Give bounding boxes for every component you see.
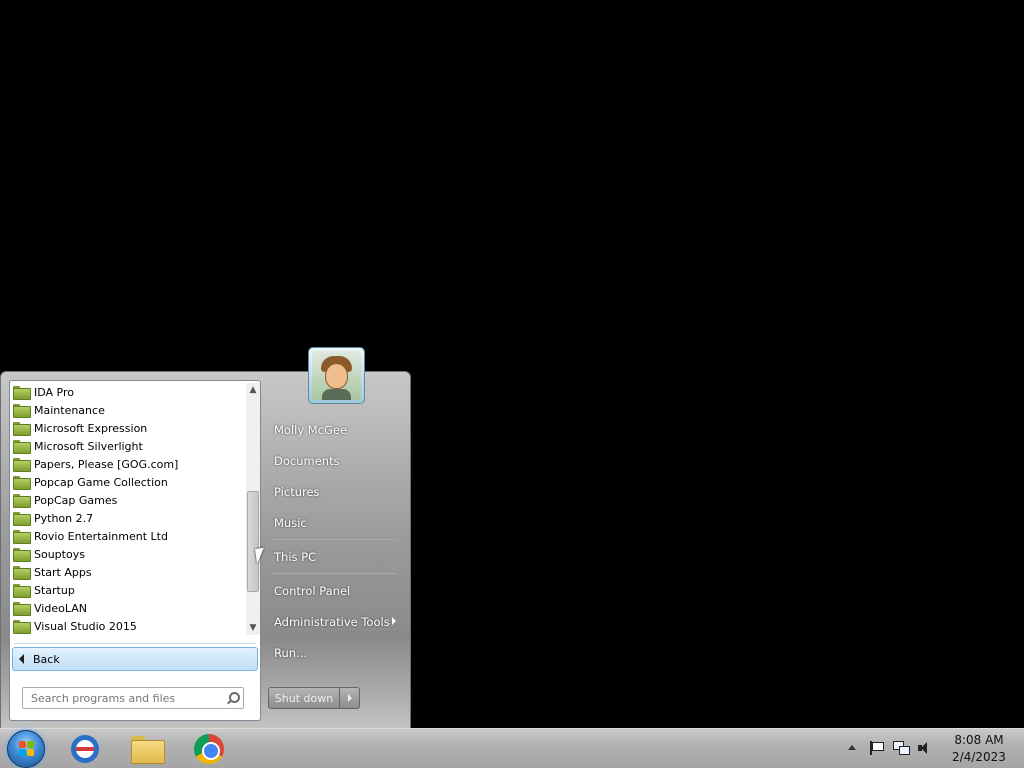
program-folder-label: Maintenance <box>34 403 105 417</box>
program-folder-label: IDA Pro <box>34 385 74 399</box>
shutdown-options-button[interactable] <box>340 687 360 709</box>
start-menu-left-pane: IDA Pro Maintenance Microsoft Expression… <box>9 380 261 721</box>
user-name-link[interactable]: Molly McGee <box>267 417 399 442</box>
shutdown-button[interactable]: Shut down <box>268 687 340 709</box>
file-explorer-icon <box>131 736 165 764</box>
all-programs-list: IDA Pro Maintenance Microsoft Expression… <box>10 383 246 635</box>
taskbar-internet-explorer[interactable] <box>65 732 105 766</box>
program-folder-label: Papers, Please [GOG.com] <box>34 457 179 471</box>
program-folder-label: Souptoys <box>34 547 85 561</box>
divider <box>271 539 397 540</box>
folder-icon <box>13 602 31 616</box>
this-pc-link[interactable]: This PC <box>267 544 399 569</box>
program-folder-label: Startup <box>34 583 75 597</box>
pictures-link[interactable]: Pictures <box>267 479 399 504</box>
taskbar-chrome[interactable] <box>189 732 229 766</box>
control-panel-link[interactable]: Control Panel <box>267 578 399 603</box>
folder-icon <box>13 512 31 526</box>
program-folder-label: Microsoft Silverlight <box>34 439 143 453</box>
folder-icon <box>13 458 31 472</box>
program-folder-python[interactable]: Python 2.7 <box>10 509 246 527</box>
folder-icon <box>13 584 31 598</box>
action-center-flag-icon[interactable] <box>869 741 884 755</box>
program-folder-microsoft-expression[interactable]: Microsoft Expression <box>10 419 246 437</box>
program-folder-microsoft-silverlight[interactable]: Microsoft Silverlight <box>10 437 246 455</box>
program-folder-popcap-game-collection[interactable]: Popcap Game Collection <box>10 473 246 491</box>
program-folder-label: Microsoft Expression <box>34 421 148 435</box>
music-link[interactable]: Music <box>267 510 399 535</box>
start-menu: IDA Pro Maintenance Microsoft Expression… <box>0 347 411 728</box>
program-folder-videolan[interactable]: VideoLAN <box>10 599 246 617</box>
folder-icon <box>13 566 31 580</box>
program-folder-label: Start Apps <box>34 565 92 579</box>
program-folder-ida-pro[interactable]: IDA Pro <box>10 383 246 401</box>
documents-link[interactable]: Documents <box>267 448 399 473</box>
start-button[interactable] <box>7 730 45 768</box>
chevron-right-icon <box>347 694 352 702</box>
volume-icon[interactable] <box>917 741 933 755</box>
show-hidden-icons-icon[interactable] <box>848 745 856 750</box>
taskbar: 8:08 AM 2/4/2023 <box>0 728 1024 768</box>
program-folder-maintenance[interactable]: Maintenance <box>10 401 246 419</box>
program-folder-label: Popcap Game Collection <box>34 475 168 489</box>
run-link[interactable]: Run... <box>267 640 399 665</box>
program-folder-rovio[interactable]: Rovio Entertainment Ltd <box>10 527 246 545</box>
divider <box>271 573 397 574</box>
program-folder-label: Rovio Entertainment Ltd <box>34 529 168 543</box>
back-arrow-icon <box>19 654 24 664</box>
program-folder-visual-studio[interactable]: Visual Studio 2015 <box>10 617 246 635</box>
network-icon[interactable] <box>893 741 910 755</box>
program-folder-label: Python 2.7 <box>34 511 94 525</box>
internet-explorer-icon <box>71 735 99 763</box>
folder-icon <box>13 548 31 562</box>
back-button[interactable]: Back <box>12 647 258 671</box>
folder-icon <box>13 386 31 400</box>
mouse-cursor-icon <box>255 547 266 564</box>
folder-icon <box>13 476 31 490</box>
clock-date: 2/4/2023 <box>952 750 1006 764</box>
back-label: Back <box>33 652 60 666</box>
user-avatar[interactable] <box>308 347 365 404</box>
program-folder-startup[interactable]: Startup <box>10 581 246 599</box>
clock[interactable]: 8:08 AM 2/4/2023 <box>944 732 1014 766</box>
program-folder-start-apps[interactable]: Start Apps <box>10 563 246 581</box>
chrome-icon <box>194 734 224 764</box>
program-folder-papers-please[interactable]: Papers, Please [GOG.com] <box>10 455 246 473</box>
program-list-scrollbar[interactable]: ▲ ▼ <box>246 383 260 635</box>
taskbar-file-explorer[interactable] <box>127 732 167 766</box>
administrative-tools-label: Administrative Tools <box>274 614 390 629</box>
program-folder-label: PopCap Games <box>34 493 118 507</box>
clock-time: 8:08 AM <box>954 733 1004 747</box>
administrative-tools-link[interactable]: Administrative Tools <box>267 609 399 634</box>
folder-icon <box>13 530 31 544</box>
program-folder-popcap-games[interactable]: PopCap Games <box>10 491 246 509</box>
shutdown-group: Shut down <box>268 687 360 709</box>
scroll-up-icon[interactable]: ▲ <box>246 383 260 397</box>
program-folder-label: VideoLAN <box>34 601 87 615</box>
divider <box>14 643 256 644</box>
avatar-picture <box>312 351 361 400</box>
submenu-arrow-icon <box>392 617 396 625</box>
folder-icon <box>13 620 31 634</box>
scrollbar-thumb[interactable] <box>247 491 259 592</box>
folder-icon <box>13 404 31 418</box>
search-icon[interactable] <box>223 688 243 708</box>
folder-icon <box>13 422 31 436</box>
windows-logo-icon <box>19 741 35 757</box>
folder-icon <box>13 440 31 454</box>
folder-icon <box>13 494 31 508</box>
search-box[interactable] <box>22 687 244 709</box>
search-input[interactable] <box>31 691 223 705</box>
program-folder-souptoys[interactable]: Souptoys <box>10 545 246 563</box>
scroll-down-icon[interactable]: ▼ <box>246 621 260 635</box>
program-folder-label: Visual Studio 2015 <box>34 619 137 633</box>
